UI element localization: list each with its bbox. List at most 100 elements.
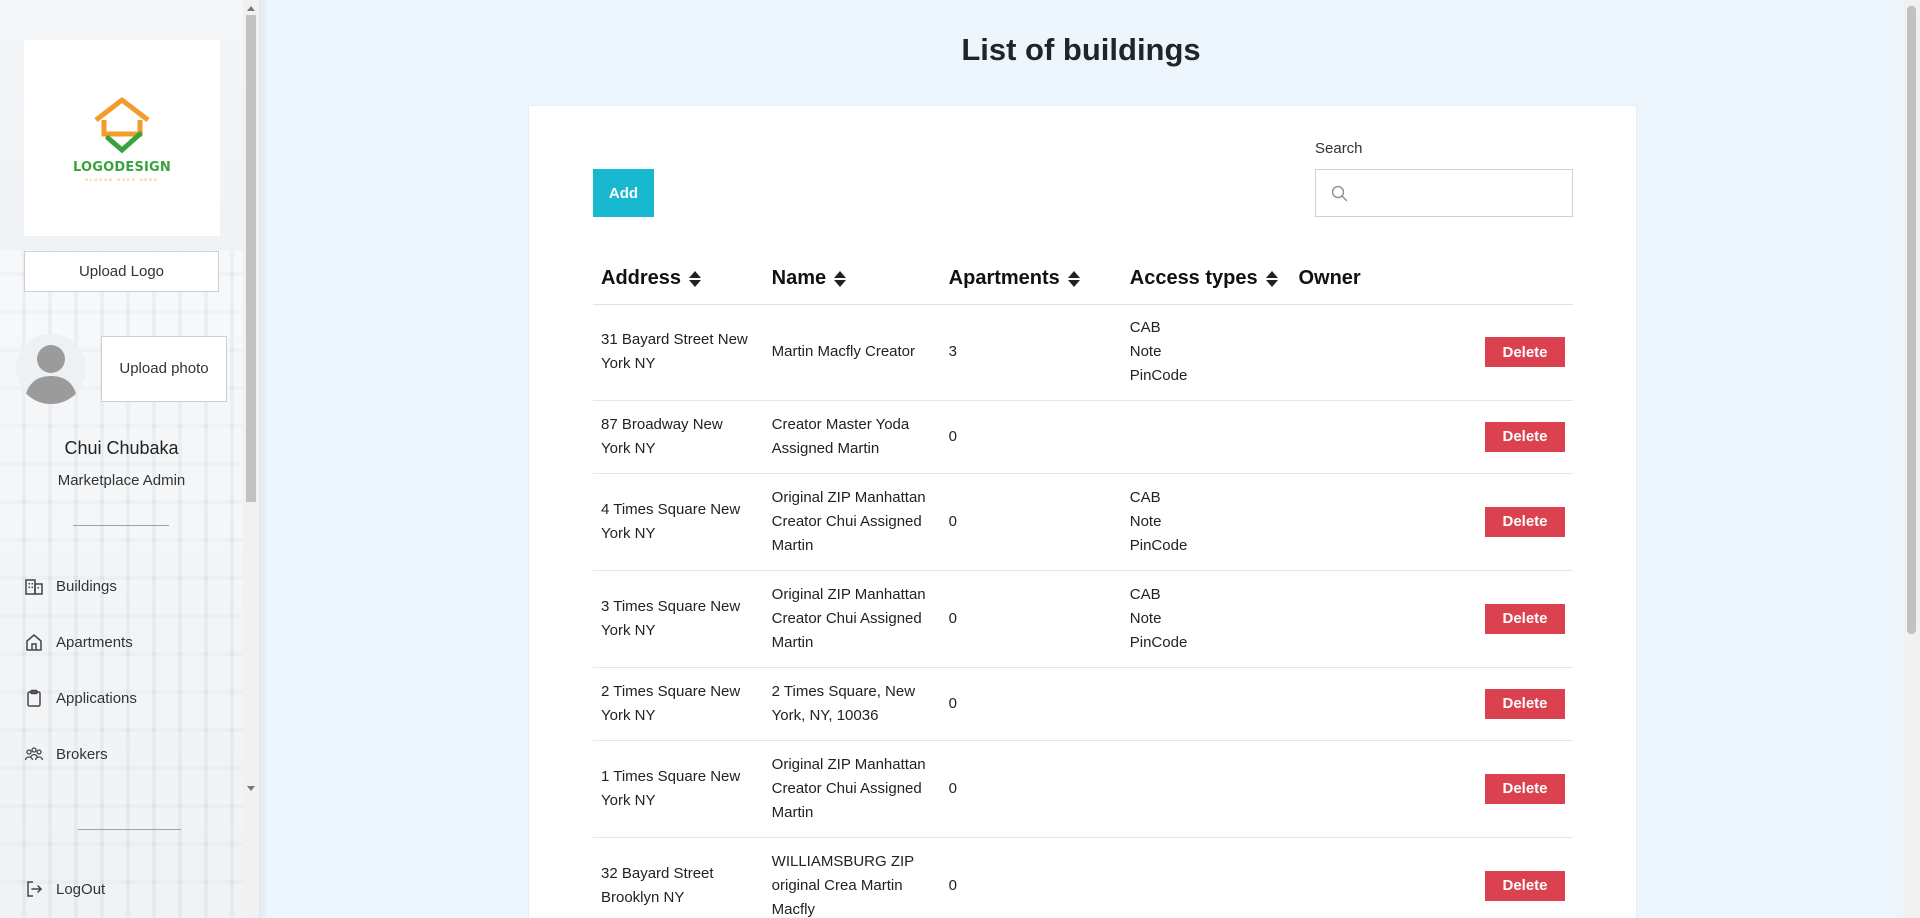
- sidebar-item-label: Apartments: [56, 633, 133, 651]
- delete-button[interactable]: Delete: [1485, 870, 1565, 901]
- logo: LOGODESIGN SLOGAN GOES HERE: [24, 40, 220, 236]
- logout-icon: [27, 881, 43, 897]
- scroll-down-arrow[interactable]: [247, 786, 255, 791]
- cell-name: Original ZIP Manhattan Creator Chui Assi…: [763, 473, 941, 571]
- cell-owner: [1290, 837, 1477, 918]
- cell-owner: [1290, 304, 1477, 401]
- cell-owner: [1290, 667, 1477, 741]
- logout-label: LogOut: [56, 880, 106, 898]
- column-header-label: Apartments: [948, 267, 1060, 290]
- sidebar-shadow: [259, 0, 269, 918]
- delete-button[interactable]: Delete: [1485, 603, 1565, 634]
- cell-name: Original ZIP Manhattan Creator Chui Assi…: [763, 740, 941, 838]
- cell-address: 32 Bayard Street Brooklyn NY: [593, 837, 764, 918]
- scroll-up-arrow[interactable]: [247, 6, 255, 11]
- people-icon: [24, 747, 44, 761]
- cell-apartments: 0: [940, 740, 1122, 838]
- cell-address: 31 Bayard Street New York NY: [593, 304, 764, 401]
- cell-owner: [1290, 473, 1477, 571]
- cell-access-types: [1121, 400, 1291, 474]
- logout-button[interactable]: LogOut: [24, 876, 105, 902]
- column-header-apartments[interactable]: Apartments: [940, 254, 1122, 305]
- column-header-actions: [1476, 254, 1573, 305]
- access-type: Note: [1129, 609, 1162, 627]
- sidebar: LOGODESIGN SLOGAN GOES HERE Upload Logo …: [0, 0, 243, 918]
- sidebar-item-label: Applications: [56, 689, 137, 707]
- cell-apartments: 0: [940, 667, 1122, 741]
- buildings-table: Address Name Apartments Access types Own…: [593, 254, 1573, 918]
- cell-apartments: 3: [940, 304, 1122, 401]
- sort-icon[interactable]: [1067, 270, 1080, 287]
- sidebar-scrollbar[interactable]: [243, 0, 259, 918]
- upload-photo-button[interactable]: Upload photo: [101, 336, 227, 402]
- column-header-label: Name: [771, 267, 827, 290]
- sidebar-item-applications[interactable]: Applications: [24, 685, 137, 711]
- sort-icon[interactable]: [689, 270, 702, 287]
- clipboard-icon: [27, 689, 41, 707]
- cell-access-types: [1121, 667, 1291, 741]
- delete-button[interactable]: Delete: [1485, 506, 1565, 537]
- logo-text: LOGODESIGN: [72, 160, 171, 175]
- cell-address: 4 Times Square New York NY: [593, 473, 764, 571]
- column-header-access-types[interactable]: Access types: [1121, 254, 1291, 305]
- avatar: [16, 334, 86, 404]
- sidebar-item-apartments[interactable]: Apartments: [24, 629, 133, 655]
- search-input[interactable]: [1356, 178, 1561, 208]
- cell-access-types: [1121, 837, 1291, 918]
- access-type: PinCode: [1129, 633, 1188, 651]
- delete-button[interactable]: Delete: [1485, 337, 1565, 367]
- search-field[interactable]: [1315, 169, 1573, 217]
- scrollbar-thumb[interactable]: [246, 15, 256, 502]
- sidebar-item-label: Buildings: [56, 577, 117, 595]
- cell-name: 2 Times Square, New York, NY, 10036: [763, 667, 941, 741]
- cell-address: 1 Times Square New York NY: [593, 740, 764, 838]
- cell-access-types: CAB Note PinCode: [1121, 473, 1291, 571]
- buildings-card: Add Search Address Name Apartments Acces…: [528, 105, 1637, 918]
- column-header-label: Owner: [1298, 267, 1361, 290]
- cell-owner: [1290, 400, 1477, 474]
- sort-icon[interactable]: [1265, 270, 1278, 287]
- table-row: 4 Times Square New York NY Original ZIP M…: [593, 473, 1573, 571]
- cell-name: Original ZIP Manhattan Creator Chui Assi…: [763, 570, 941, 668]
- logo-house-icon: [94, 97, 150, 154]
- page-title: List of buildings: [961, 32, 1201, 67]
- access-type: PinCode: [1129, 536, 1188, 554]
- home-icon: [26, 634, 42, 651]
- sidebar-item-buildings[interactable]: Buildings: [24, 573, 117, 599]
- delete-button[interactable]: Delete: [1485, 688, 1565, 719]
- access-type: CAB: [1129, 585, 1161, 603]
- scrollbar-thumb[interactable]: [1907, 6, 1916, 634]
- table-row: 31 Bayard Street New York NY Martin Macfl…: [593, 304, 1573, 401]
- table-header-row: Address Name Apartments Access types Own…: [593, 254, 1573, 305]
- cell-address: 3 Times Square New York NY: [593, 570, 764, 668]
- cell-actions: Delete: [1476, 570, 1573, 668]
- cell-name: Creator Master Yoda Assigned Martin: [763, 400, 941, 474]
- cell-address: 87 Broadway New York NY: [593, 400, 764, 474]
- add-button[interactable]: Add: [593, 169, 654, 217]
- page-scrollbar[interactable]: [1903, 0, 1920, 918]
- column-header-address[interactable]: Address: [593, 254, 764, 305]
- access-type: Note: [1129, 512, 1162, 530]
- delete-button[interactable]: Delete: [1485, 421, 1565, 452]
- cell-apartments: 0: [940, 570, 1122, 668]
- cell-actions: Delete: [1476, 837, 1573, 918]
- cell-name: Martin Macfly Creator: [763, 304, 941, 401]
- column-header-name[interactable]: Name: [763, 254, 941, 305]
- search-label: Search: [1315, 140, 1363, 157]
- sidebar-item-brokers[interactable]: Brokers: [24, 741, 108, 767]
- table-row: 2 Times Square New York NY 2 Times Square…: [593, 667, 1573, 741]
- cell-actions: Delete: [1476, 740, 1573, 838]
- cell-actions: Delete: [1476, 473, 1573, 571]
- delete-button[interactable]: Delete: [1485, 773, 1565, 804]
- upload-logo-button[interactable]: Upload Logo: [24, 251, 219, 292]
- cell-actions: Delete: [1476, 400, 1573, 474]
- cell-owner: [1290, 740, 1477, 838]
- sidebar-divider: [78, 829, 181, 830]
- column-header-owner: Owner: [1290, 254, 1477, 305]
- sort-icon[interactable]: [834, 270, 847, 287]
- table-row: 3 Times Square New York NY Original ZIP M…: [593, 570, 1573, 668]
- search-icon: [1331, 185, 1348, 202]
- cell-owner: [1290, 570, 1477, 668]
- sidebar-item-label: Brokers: [56, 745, 108, 763]
- table-row: 1 Times Square New York NY Original ZIP M…: [593, 740, 1573, 838]
